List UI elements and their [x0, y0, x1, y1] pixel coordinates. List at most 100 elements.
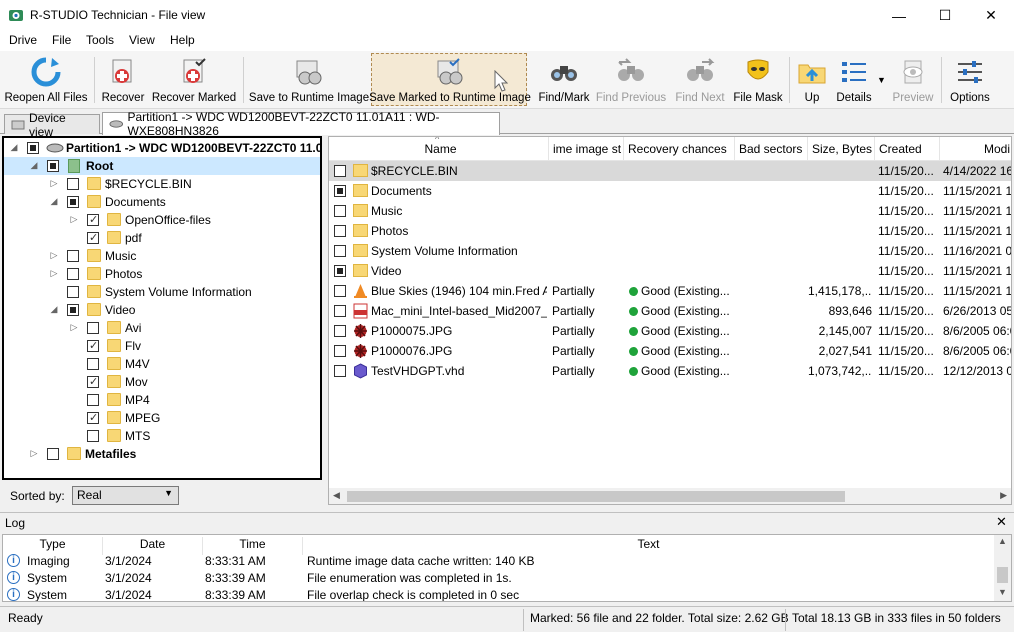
collapse-icon[interactable]: ◢ — [9, 142, 19, 152]
table-row[interactable]: TestVHDGPT.vhd Partially Good (Existing...… — [329, 361, 1011, 381]
checkbox[interactable] — [67, 304, 79, 316]
log-row[interactable]: i System 3/1/2024 8:33:39 AM File enumeratio… — [3, 570, 993, 587]
find-mark-button[interactable]: Find/Mark — [536, 51, 592, 109]
recover-button[interactable]: Recover — [98, 51, 148, 109]
checkbox[interactable] — [67, 250, 79, 262]
scroll-left-icon[interactable]: ◀ — [333, 490, 340, 501]
menu-help[interactable]: Help — [168, 33, 197, 47]
checkbox[interactable] — [87, 213, 99, 226]
scrollbar-thumb[interactable] — [997, 567, 1008, 583]
menu-file[interactable]: File — [50, 33, 73, 47]
checkbox[interactable] — [87, 231, 99, 244]
table-row[interactable]: Video 11/15/20... 11/15/2021 1 — [329, 261, 1011, 281]
checkbox[interactable] — [67, 178, 79, 190]
details-button[interactable]: Details — [834, 51, 874, 109]
log-row[interactable]: i System 3/1/2024 8:33:39 AM File overlap ch… — [3, 587, 993, 601]
preview-button[interactable]: Preview — [890, 51, 936, 109]
tree-item-partition[interactable]: ◢ Partition1 -> WDC WD1200BEVT-22ZCT0 11… — [4, 139, 320, 157]
tree-item-openoffice-files[interactable]: ▷ OpenOffice-files — [4, 211, 320, 229]
folder-tree[interactable]: ◢ Partition1 -> WDC WD1200BEVT-22ZCT0 11… — [2, 136, 322, 480]
checkbox[interactable] — [334, 365, 346, 377]
find-previous-button[interactable]: Find Previous — [596, 51, 666, 109]
tree-item-documents[interactable]: ◢ Documents — [4, 193, 320, 211]
checkbox[interactable] — [87, 375, 99, 388]
checkbox[interactable] — [47, 448, 59, 460]
menu-tools[interactable]: Tools — [84, 33, 116, 47]
tree-item-pdf[interactable]: pdf — [4, 229, 320, 247]
table-row[interactable]: Blue Skies (1946) 104 min.Fred Ast Partia… — [329, 281, 1011, 301]
close-button[interactable]: ✕ — [968, 0, 1014, 31]
table-row[interactable]: P1000076.JPG Partially Good (Existing... 2,… — [329, 341, 1011, 361]
tree-item-recycle-bin[interactable]: ▷ $RECYCLE.BIN — [4, 175, 320, 193]
checkbox[interactable] — [47, 160, 59, 172]
checkbox[interactable] — [87, 339, 99, 352]
checkbox[interactable] — [87, 394, 99, 406]
expand-icon[interactable]: ▷ — [49, 250, 59, 260]
close-icon[interactable]: ✕ — [996, 514, 1007, 530]
recover-marked-button[interactable]: Recover Marked — [152, 51, 236, 109]
checkbox[interactable] — [87, 411, 99, 424]
scrollbar-thumb[interactable] — [347, 491, 845, 502]
tree-item-mp4[interactable]: MP4 — [4, 391, 320, 409]
tab-device-view[interactable]: Device view — [4, 111, 100, 139]
options-button[interactable]: Options — [948, 51, 992, 109]
tree-item-photos[interactable]: ▷ Photos — [4, 265, 320, 283]
expand-icon[interactable]: ▷ — [69, 322, 79, 332]
tab-partition[interactable]: Partition1 -> WDC WD1200BEVT-22ZCT0 11.0… — [102, 110, 500, 138]
table-row[interactable]: Photos 11/15/20... 11/15/2021 1 — [329, 221, 1011, 241]
checkbox[interactable] — [67, 286, 79, 298]
checkbox[interactable] — [334, 285, 346, 297]
tree-item-m4v[interactable]: M4V — [4, 355, 320, 373]
checkbox[interactable] — [87, 358, 99, 370]
tree-item-flv[interactable]: Flv — [4, 337, 320, 355]
column-header-created[interactable]: Created — [875, 137, 940, 161]
file-list[interactable]: Name ^ ime image st Recovery chances Bad… — [328, 136, 1012, 505]
file-mask-button[interactable]: File Mask — [732, 51, 784, 109]
menu-view[interactable]: View — [127, 33, 157, 47]
table-row[interactable]: P1000075.JPG Partially Good (Existing... 2,… — [329, 321, 1011, 341]
column-header-runtime-image-status[interactable]: ime image st — [549, 137, 624, 161]
checkbox[interactable] — [67, 268, 79, 280]
maximize-button[interactable]: ☐ — [922, 0, 968, 31]
up-button[interactable]: Up — [794, 51, 830, 109]
column-header-size[interactable]: Size, Bytes — [808, 137, 875, 161]
checkbox[interactable] — [334, 325, 346, 337]
collapse-icon[interactable]: ◢ — [49, 304, 59, 314]
tree-item-root[interactable]: ◢ Root — [4, 157, 320, 175]
log-table[interactable]: Type Date Time Text i Imaging 3/1/2024 8:33… — [2, 534, 1012, 602]
checkbox[interactable] — [334, 165, 346, 177]
log-row[interactable]: i Imaging 3/1/2024 8:33:31 AM Runtime image … — [3, 553, 993, 570]
checkbox[interactable] — [334, 185, 346, 197]
table-row[interactable]: Mac_mini_Intel-based_Mid2007_U Partially G… — [329, 301, 1011, 321]
vertical-scrollbar[interactable]: ▲ ▼ — [994, 535, 1011, 601]
tree-item-video[interactable]: ◢ Video — [4, 301, 320, 319]
save-to-runtime-image-button[interactable]: Save to Runtime Image — [249, 51, 369, 109]
checkbox[interactable] — [334, 345, 346, 357]
scroll-right-icon[interactable]: ▶ — [1000, 490, 1007, 501]
reopen-all-files-button[interactable]: Reopen All Files — [4, 51, 88, 109]
expand-icon[interactable]: ▷ — [49, 178, 59, 188]
expand-icon[interactable]: ▷ — [69, 214, 79, 224]
expand-icon[interactable]: ▷ — [49, 268, 59, 278]
tree-item-avi[interactable]: ▷ Avi — [4, 319, 320, 337]
checkbox[interactable] — [27, 142, 39, 154]
column-header-bad-sectors[interactable]: Bad sectors — [735, 137, 808, 161]
table-row[interactable]: Music 11/15/20... 11/15/2021 1 — [329, 201, 1011, 221]
checkbox[interactable] — [87, 322, 99, 334]
checkbox[interactable] — [67, 196, 79, 208]
scroll-down-icon[interactable]: ▼ — [998, 587, 1007, 597]
sorted-by-select[interactable]: Real ▼ — [72, 486, 179, 505]
tree-item-mov[interactable]: Mov — [4, 373, 320, 391]
checkbox[interactable] — [334, 265, 346, 277]
tree-item-music[interactable]: ▷ Music — [4, 247, 320, 265]
table-row[interactable]: System Volume Information 11/15/20... 11/1… — [329, 241, 1011, 261]
find-next-button[interactable]: Find Next — [672, 51, 728, 109]
tree-item-mts[interactable]: MTS — [4, 427, 320, 445]
checkbox[interactable] — [334, 245, 346, 257]
collapse-icon[interactable]: ◢ — [49, 196, 59, 206]
expand-icon[interactable]: ▷ — [29, 448, 39, 458]
menu-drive[interactable]: Drive — [7, 33, 39, 47]
column-header-modified[interactable]: Modi — [940, 137, 1011, 161]
tree-item-system-volume-information[interactable]: System Volume Information — [4, 283, 320, 301]
checkbox[interactable] — [334, 205, 346, 217]
